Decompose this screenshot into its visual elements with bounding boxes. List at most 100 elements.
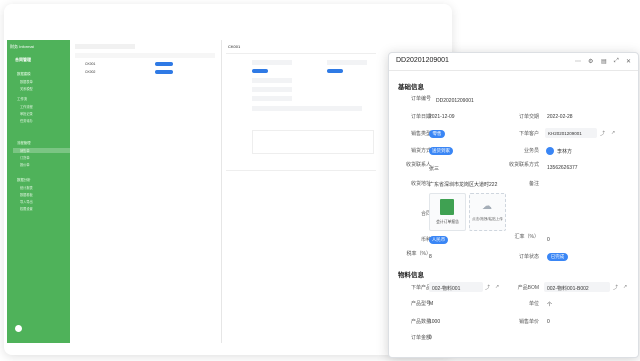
divider: [389, 70, 638, 71]
cloud-upload-icon: ☁: [482, 201, 492, 212]
field-label: 收货联系方式: [508, 162, 539, 168]
sidebar-item[interactable]: 订货单: [20, 155, 30, 160]
field-label: 订单交期: [518, 114, 539, 120]
contact-value: 张三: [429, 166, 440, 172]
file-card[interactable]: 会计订单报告: [429, 193, 466, 231]
upload-hint: 点击/拖拽/粘贴上传: [472, 217, 503, 221]
list-header: [75, 53, 215, 58]
sidebar-item[interactable]: 审批记录: [20, 111, 33, 116]
field-label: 下单产品: [410, 285, 431, 291]
workspace-title[interactable]: 合同管理: [15, 57, 31, 63]
sidebar-item[interactable]: 导入导出: [20, 199, 33, 204]
model-value: M: [429, 301, 434, 307]
user-icon: [546, 147, 554, 155]
phone-value: 13562626377: [547, 165, 578, 171]
record-dialog: DD20201209001 ⋯ ⚙ ▤ ⤢ ✕ 基础信息 订单编号 DD2020…: [388, 52, 639, 358]
field-label: 收货联系人: [405, 162, 431, 168]
avatar[interactable]: [15, 325, 22, 332]
customer-value[interactable]: KH20201209001: [548, 131, 582, 136]
price-value: 0: [547, 319, 550, 325]
field-label: 订单状态: [518, 254, 539, 260]
field-label: 销货方式: [410, 148, 431, 154]
print-icon[interactable]: ▤: [601, 58, 607, 65]
link-icon[interactable]: ⤴: [485, 284, 490, 291]
divider: [226, 170, 376, 171]
field-label: 产品型号: [410, 301, 431, 307]
sidebar-group[interactable]: 数据建模: [17, 71, 31, 76]
deadline-value[interactable]: 2022-02-28: [547, 114, 573, 120]
order-date-value[interactable]: 2021-12-09: [429, 114, 455, 120]
field-label: 订单金额: [410, 335, 431, 341]
field: [252, 96, 292, 101]
field: [327, 60, 367, 65]
bom-value[interactable]: 002-物料001-B002: [547, 285, 589, 292]
field-label: 合同: [420, 211, 431, 217]
tag: [327, 69, 343, 73]
sidebar-item[interactable]: 报价单: [20, 162, 30, 167]
field-label: 订单日期: [410, 114, 431, 120]
field-label: 销售单价: [518, 319, 539, 325]
field-label: 产品BOM: [517, 285, 539, 291]
link-icon[interactable]: ⤴: [613, 284, 618, 291]
field: [252, 60, 292, 65]
file-icon: [440, 199, 454, 215]
section-title: 物料信息: [398, 272, 424, 279]
sidebar-group[interactable]: 工作流: [17, 96, 27, 101]
sidebar-group[interactable]: 流程管理: [17, 140, 31, 145]
more-icon[interactable]: ⋯: [575, 58, 581, 65]
link-icon[interactable]: ⤴: [600, 130, 605, 137]
sidebar-item[interactable]: 权限设置: [20, 206, 33, 211]
sidebar-item[interactable]: 数据表单: [20, 79, 33, 84]
currency-tag[interactable]: 人民币: [429, 236, 448, 244]
expand-icon[interactable]: ⤢: [614, 58, 619, 65]
product-value[interactable]: 002-物料001: [432, 285, 460, 292]
record-title: DD20201209001: [396, 57, 449, 64]
status-badge: [155, 62, 173, 66]
file-name: 会计订单报告: [436, 220, 459, 224]
upload-area[interactable]: ☁ 点击/拖拽/粘贴上传: [469, 193, 506, 231]
field: [252, 87, 292, 92]
field-label: 税率（%）: [406, 251, 431, 257]
status-badge: [155, 70, 173, 74]
field-label: 汇率（%）: [514, 234, 539, 240]
field-label: 收货地址: [410, 181, 431, 187]
field: [252, 78, 292, 83]
sidebar-item-selected[interactable]: 销售单: [13, 148, 70, 153]
record-list: CK001 CK002: [71, 40, 222, 343]
divider: [226, 53, 376, 54]
sidebar-group[interactable]: 数据分析: [17, 177, 31, 182]
salesperson-value[interactable]: 李林方: [557, 148, 572, 155]
sales-type-tag[interactable]: 零售: [429, 130, 445, 138]
order-no-value: DD20201209001: [436, 98, 474, 104]
field-label: 币种: [420, 237, 431, 243]
field-label: 业务员: [523, 148, 539, 154]
status-badge: 已完成: [547, 253, 568, 261]
ship-tag[interactable]: 送货到家: [429, 147, 453, 155]
sidebar-item[interactable]: 统计报表: [20, 185, 33, 190]
section-title: 基础信息: [398, 84, 424, 91]
sidebar-item[interactable]: 工作流程: [20, 104, 33, 109]
sidebar-item[interactable]: 任务待办: [20, 118, 33, 123]
field-label: 订单编号: [410, 96, 431, 102]
amount-value: 0: [429, 335, 432, 341]
open-icon[interactable]: ↗: [611, 130, 615, 136]
field-label: 产品数量: [410, 319, 431, 325]
list-row-id[interactable]: CK001: [85, 62, 95, 66]
field-label: 销售类型: [410, 131, 431, 137]
rate-value: 0: [547, 237, 550, 243]
brand-label: 财务 Informat: [10, 44, 34, 49]
open-icon[interactable]: ↗: [623, 284, 627, 290]
tag: [252, 69, 268, 73]
sidebar-item[interactable]: 关系模型: [20, 86, 33, 91]
detail-title: CK001: [228, 44, 241, 49]
field-label: 单位: [528, 301, 539, 307]
field-label: 备注: [528, 181, 539, 187]
address-value: 广东省深圳市龙岗区大道时222: [429, 182, 498, 188]
list-row-id[interactable]: CK002: [85, 70, 95, 74]
settings-icon[interactable]: ⚙: [588, 58, 593, 65]
unit-value: 个: [547, 302, 553, 308]
close-icon[interactable]: ✕: [626, 58, 631, 65]
background-app-window: 财务 Informat 合同管理 数据建模 数据表单 关系模型 工作流 工作流程…: [4, 4, 452, 355]
list-toolbar: [75, 44, 135, 49]
sidebar-item[interactable]: 数据看板: [20, 192, 33, 197]
